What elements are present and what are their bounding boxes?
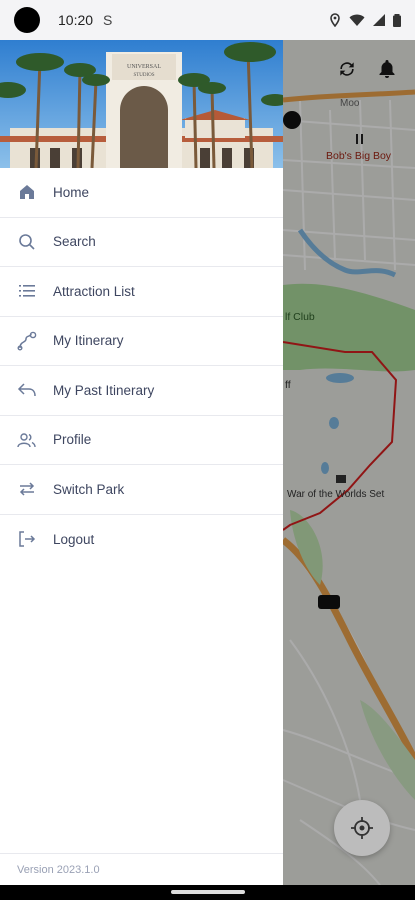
status-time: 10:20 — [58, 12, 94, 28]
history-icon — [17, 380, 37, 400]
menu-item-profile[interactable]: Profile — [0, 416, 283, 465]
crosshair-icon — [351, 817, 373, 839]
list-icon — [17, 281, 37, 301]
menu-item-label: Logout — [53, 531, 95, 547]
location-icon — [330, 13, 340, 27]
status-icons — [329, 13, 401, 27]
route-icon — [17, 331, 37, 351]
menu-item-label: Home — [53, 184, 90, 200]
svg-text:UNIVERSAL: UNIVERSAL — [127, 64, 161, 70]
menu-item-my-itinerary[interactable]: My Itinerary — [0, 317, 283, 366]
menu-item-attraction-list[interactable]: Attraction List — [0, 267, 283, 317]
home-gesture-handle[interactable] — [171, 890, 245, 894]
home-icon — [17, 182, 37, 202]
logout-icon — [17, 529, 37, 549]
menu-item-logout[interactable]: Logout — [0, 515, 283, 565]
menu-item-label: Attraction List — [53, 283, 135, 299]
refresh-icon — [340, 62, 354, 76]
signal-icon — [373, 14, 385, 26]
menu-item-my-past-itinerary[interactable]: My Past Itinerary — [0, 366, 283, 416]
menu-item-label: Switch Park — [53, 481, 125, 497]
my-location-button[interactable] — [334, 800, 390, 856]
status-bar: 10:20 S — [0, 0, 415, 40]
app-version: Version 2023.1.0 — [0, 853, 283, 885]
search-icon — [17, 232, 37, 252]
battery-icon — [393, 13, 401, 27]
menu-item-label: Search — [53, 234, 96, 250]
notifications-button[interactable] — [373, 55, 401, 83]
drawer-header-image: UNIVERSAL STUDIOS — [0, 40, 283, 168]
menu-item-label: Profile — [53, 432, 92, 448]
menu-item-switch-park[interactable]: Switch Park — [0, 465, 283, 515]
drawer-menu: Home Search Attraction List My Itinerary… — [0, 168, 283, 853]
menu-item-label: My Past Itinerary — [53, 382, 155, 398]
menu-item-search[interactable]: Search — [0, 218, 283, 267]
switch-icon — [17, 479, 37, 499]
bell-icon — [379, 60, 395, 78]
park-entrance-photo: UNIVERSAL STUDIOS — [0, 40, 283, 168]
menu-item-home[interactable]: Home — [0, 168, 283, 218]
system-nav-bar — [0, 885, 415, 900]
refresh-button[interactable] — [333, 55, 361, 83]
menu-item-label: My Itinerary — [53, 333, 124, 349]
navigation-drawer: UNIVERSAL STUDIOS Home Search Attraction… — [0, 40, 283, 885]
carrier-icon: S — [103, 12, 113, 28]
profile-icon — [17, 430, 37, 450]
camera-cutout — [14, 7, 40, 33]
svg-text:STUDIOS: STUDIOS — [133, 73, 154, 78]
wifi-icon — [349, 14, 365, 26]
